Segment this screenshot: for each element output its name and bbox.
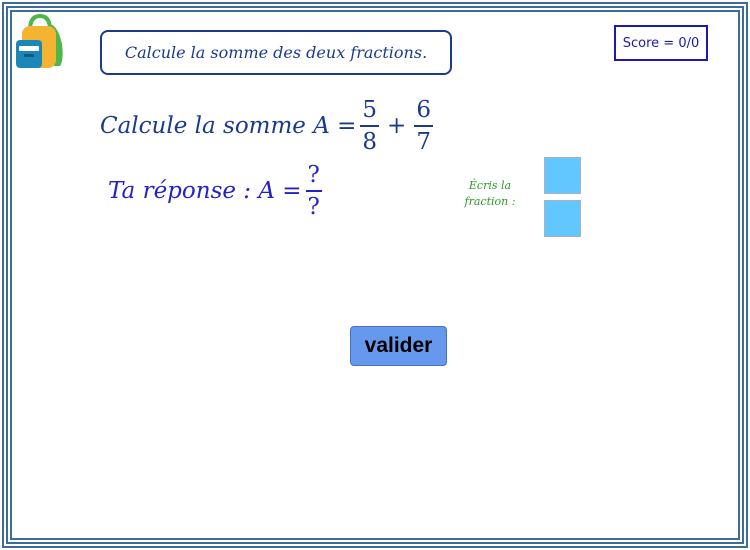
answer-prefix: Ta réponse : A = <box>108 177 302 204</box>
fraction-2-denominator: 7 <box>416 128 431 155</box>
fraction-1: 5 8 <box>360 97 380 155</box>
instruction-text: Calcule la somme des deux fractions. <box>124 43 428 62</box>
page-frame <box>2 2 748 548</box>
hint-line-1: Écris la <box>468 179 512 192</box>
instruction-box: Calcule la somme des deux fractions. <box>100 30 452 75</box>
question-expression: Calcule la somme A = 5 8 + 6 7 <box>100 97 437 155</box>
fraction-2-numerator: 6 <box>416 97 431 123</box>
fraction-2: 6 7 <box>414 97 433 155</box>
answer-fraction: ? ? <box>305 162 322 220</box>
validate-button[interactable]: valider <box>350 326 447 366</box>
score-text: Score = 0/0 <box>622 35 700 51</box>
answer-expression: Ta réponse : A = ? ? <box>108 162 326 220</box>
fraction-2-bar <box>414 125 433 127</box>
question-prefix: Calcule la somme A = <box>100 112 357 139</box>
fraction-1-bar <box>360 125 380 127</box>
backpack-icon <box>16 14 63 68</box>
plus-operator: + <box>387 112 407 139</box>
score-box: Score = 0/0 <box>614 25 708 61</box>
numerator-input[interactable] <box>544 157 581 194</box>
answer-fraction-bar <box>305 190 322 192</box>
fraction-1-numerator: 5 <box>362 97 378 123</box>
hint-label: Écris la fraction : <box>456 178 524 210</box>
fraction-1-denominator: 8 <box>362 128 378 155</box>
answer-denominator: ? <box>307 193 320 220</box>
hint-line-2: fraction : <box>464 195 516 208</box>
denominator-input[interactable] <box>544 200 581 237</box>
answer-numerator: ? <box>307 162 320 188</box>
